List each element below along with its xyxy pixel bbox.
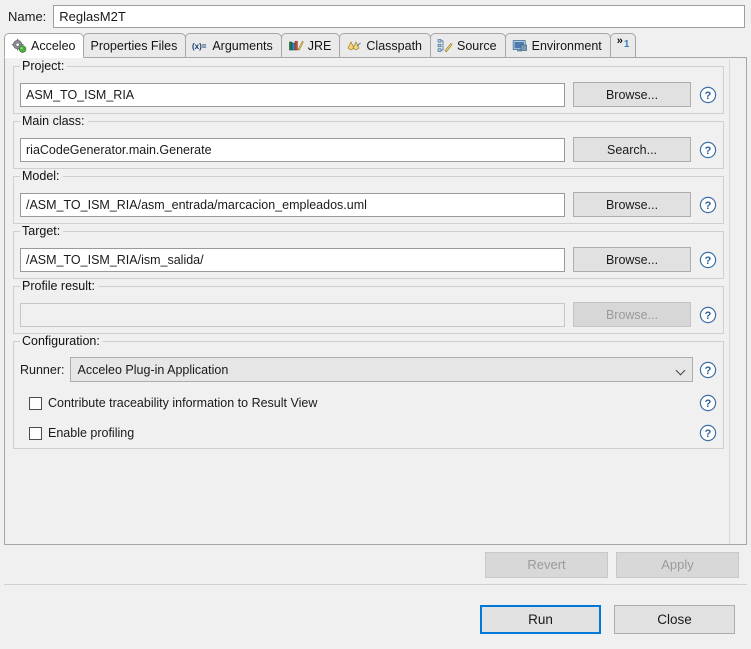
- acceleo-tab-panel: Project: Browse... ? Main: [4, 58, 747, 545]
- runner-row: Runner: Acceleo Plug-in Application ?: [20, 342, 717, 382]
- tab-scroll-area: Project: Browse... ? Main: [5, 58, 746, 544]
- tab-jre[interactable]: JRE: [280, 33, 341, 57]
- dialog-footer: Run Close: [0, 590, 751, 649]
- model-help-icon[interactable]: ?: [699, 196, 717, 214]
- project-browse-button[interactable]: Browse...: [573, 82, 691, 107]
- apply-bar: Revert Apply: [4, 545, 747, 585]
- target-input[interactable]: [20, 247, 565, 272]
- runner-label: Runner:: [20, 362, 65, 377]
- traceability-help-icon[interactable]: ?: [699, 394, 717, 412]
- main-class-group-title: Main class:: [20, 114, 88, 128]
- profiling-checkbox[interactable]: [29, 426, 42, 440]
- svg-text:?: ?: [705, 398, 712, 410]
- model-input[interactable]: [20, 192, 565, 217]
- tab-label: Acceleo: [31, 38, 76, 53]
- revert-button: Revert: [485, 551, 608, 578]
- tab-label: Classpath: [366, 38, 422, 53]
- chevron-down-icon: [676, 364, 688, 376]
- name-input[interactable]: [53, 4, 745, 28]
- svg-text:?: ?: [705, 310, 712, 322]
- tab-overflow-button[interactable]: » 1: [609, 33, 637, 57]
- profiling-checkbox-row: Enable profiling ?: [20, 424, 717, 442]
- model-browse-button[interactable]: Browse...: [573, 192, 691, 217]
- close-button[interactable]: Close: [614, 605, 735, 634]
- arguments-xeq-icon: (x)=: [192, 38, 208, 54]
- model-group: Model: Browse... ?: [13, 169, 724, 224]
- jre-books-icon: [288, 38, 304, 54]
- tab-label: Environment: [531, 38, 602, 53]
- acceleo-gear-icon: [11, 38, 27, 54]
- traceability-checkbox-row: Contribute traceability information to R…: [20, 394, 717, 412]
- target-browse-button[interactable]: Browse...: [573, 247, 691, 272]
- environment-icon: [512, 38, 528, 54]
- project-input[interactable]: [20, 82, 565, 107]
- tab-acceleo[interactable]: Acceleo: [4, 33, 85, 58]
- tab-bar: Acceleo Properties Files (x)= Arguments: [4, 33, 747, 58]
- name-row: Name:: [0, 0, 751, 32]
- configuration-group-title: Configuration:: [20, 334, 103, 348]
- svg-text:?: ?: [705, 200, 712, 212]
- tab-source[interactable]: Source: [430, 33, 506, 57]
- main-class-input[interactable]: [20, 137, 565, 162]
- vertical-scrollbar[interactable]: [729, 59, 745, 544]
- source-icon: [437, 38, 453, 54]
- tab-label: Source: [457, 38, 497, 53]
- chevron-double-right-icon: »: [616, 35, 623, 47]
- runner-select[interactable]: Acceleo Plug-in Application: [70, 357, 693, 382]
- runner-selected-value: Acceleo Plug-in Application: [77, 362, 229, 377]
- profile-result-group-title: Profile result:: [20, 279, 98, 293]
- run-button[interactable]: Run: [480, 605, 601, 634]
- model-group-title: Model:: [20, 169, 63, 183]
- profiling-help-icon[interactable]: ?: [699, 424, 717, 442]
- main-class-group: Main class: Search... ?: [13, 114, 724, 169]
- svg-text:?: ?: [705, 90, 712, 102]
- name-label: Name:: [8, 8, 47, 24]
- launch-configuration-dialog: Name: ReglasM2T Acceleo Properties Files…: [0, 0, 751, 649]
- profile-result-help-icon[interactable]: ?: [699, 306, 717, 324]
- tab-properties-files[interactable]: Properties Files: [83, 33, 187, 57]
- tab-label: Properties Files: [90, 38, 178, 53]
- tab-folder: Acceleo Properties Files (x)= Arguments: [4, 33, 747, 545]
- profile-result-browse-button: Browse...: [573, 302, 691, 327]
- tab-label: JRE: [307, 38, 332, 53]
- runner-help-icon[interactable]: ?: [699, 361, 717, 379]
- target-help-icon[interactable]: ?: [699, 251, 717, 269]
- target-group-title: Target:: [20, 224, 64, 238]
- profiling-checkbox-label: Enable profiling: [48, 426, 135, 440]
- svg-text:(x)=: (x)=: [192, 42, 207, 51]
- tab-environment[interactable]: Environment: [504, 33, 611, 57]
- profile-result-input: [20, 302, 565, 327]
- tab-classpath[interactable]: Classpath: [339, 33, 431, 57]
- project-group-title: Project:: [20, 59, 68, 73]
- traceability-checkbox-label: Contribute traceability information to R…: [48, 396, 318, 410]
- configuration-group: Configuration: Runner: Acceleo Plug-in A…: [13, 334, 724, 449]
- svg-text:?: ?: [705, 428, 712, 440]
- apply-button: Apply: [616, 551, 739, 578]
- project-group: Project: Browse... ?: [13, 59, 724, 114]
- target-group: Target: Browse... ?: [13, 224, 724, 279]
- tab-arguments[interactable]: (x)= Arguments: [185, 33, 282, 57]
- main-class-search-button[interactable]: Search...: [573, 137, 691, 162]
- svg-text:?: ?: [705, 145, 712, 157]
- svg-text:?: ?: [705, 365, 712, 377]
- svg-text:?: ?: [705, 255, 712, 267]
- tab-overflow-count: 1: [623, 39, 630, 50]
- project-help-icon[interactable]: ?: [699, 86, 717, 104]
- profile-result-group: Profile result: Browse... ?: [13, 279, 724, 334]
- traceability-checkbox[interactable]: [29, 396, 42, 410]
- tab-label: Arguments: [212, 38, 273, 53]
- main-class-help-icon[interactable]: ?: [699, 141, 717, 159]
- classpath-icon: [346, 38, 362, 54]
